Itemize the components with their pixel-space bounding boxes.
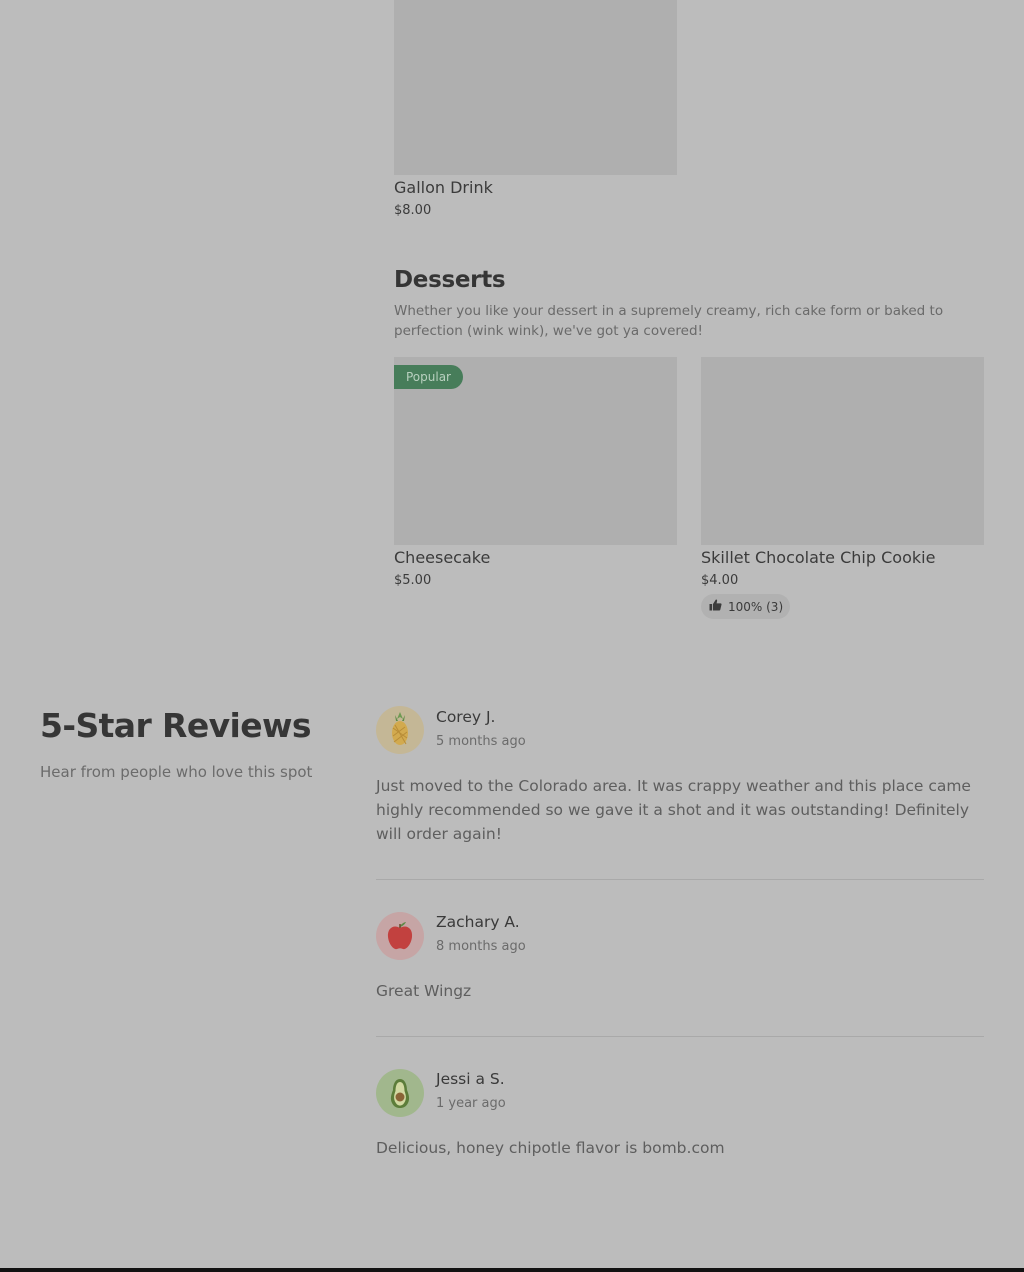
item-name[interactable]: Cheesecake <box>394 548 490 567</box>
review-text: Great Wingz <box>376 982 472 1000</box>
popular-badge: Popular <box>394 365 463 389</box>
avatar <box>376 912 424 960</box>
item-price: $5.00 <box>394 573 432 588</box>
review-divider <box>376 879 984 880</box>
bottom-edge <box>0 1268 1024 1272</box>
review-text: Delicious, honey chipotle flavor is bomb… <box>376 1139 725 1157</box>
section-description: Whether you like your dessert in a supre… <box>394 303 944 339</box>
review-text: Just moved to the Colorado area. It was … <box>376 777 971 843</box>
item-price: $4.00 <box>701 573 739 588</box>
avatar <box>376 706 424 754</box>
item-name[interactable]: Gallon Drink <box>394 178 493 197</box>
review-date: 8 months ago <box>436 939 526 954</box>
item-price: $8.00 <box>394 203 432 218</box>
gallon-drink-image[interactable] <box>394 0 677 175</box>
thumbs-up-icon <box>709 599 728 614</box>
reviews-subtitle: Hear from people who love this spot <box>40 763 313 781</box>
rating-badge: 100% (3) <box>701 594 790 619</box>
section-title-desserts: Desserts <box>394 267 506 293</box>
review-divider <box>376 1036 984 1037</box>
avatar <box>376 1069 424 1117</box>
reviewer-name: Jessi a S. <box>436 1070 505 1088</box>
reviewer-name: Zachary A. <box>436 913 520 931</box>
skillet-cookie-image[interactable] <box>701 357 984 545</box>
reviewer-name: Corey J. <box>436 708 496 726</box>
rating-text: 100% (3) <box>728 599 784 614</box>
review-date: 1 year ago <box>436 1096 506 1111</box>
review-date: 5 months ago <box>436 734 526 749</box>
reviews-title: 5-Star Reviews <box>40 706 312 745</box>
item-name[interactable]: Skillet Chocolate Chip Cookie <box>701 548 935 567</box>
